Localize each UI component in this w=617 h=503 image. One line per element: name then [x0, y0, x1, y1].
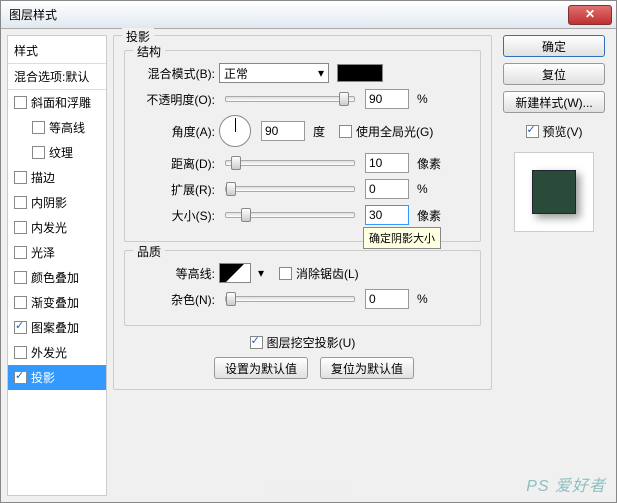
angle-dial[interactable] — [219, 115, 251, 147]
checkbox[interactable] — [14, 346, 27, 359]
style-item-satin[interactable]: 光泽 — [8, 240, 106, 265]
distance-unit: 像素 — [417, 155, 441, 172]
checkbox[interactable] — [14, 96, 27, 109]
style-item-outer-glow[interactable]: 外发光 — [8, 340, 106, 365]
global-light-label: 使用全局光(G) — [356, 123, 433, 140]
watermark: PS 爱好者 — [526, 472, 606, 496]
knockout-label: 图层挖空投影(U) — [267, 334, 356, 351]
antialias-label: 消除锯齿(L) — [296, 265, 359, 282]
style-item-inner-glow[interactable]: 内发光 — [8, 215, 106, 240]
spread-unit: % — [417, 182, 428, 196]
checkbox[interactable] — [32, 121, 45, 134]
watermark-url: UiBO.CoM — [264, 477, 353, 498]
style-item-drop-shadow[interactable]: 投影 — [8, 365, 106, 390]
checkbox[interactable] — [14, 196, 27, 209]
style-item-inner-shadow[interactable]: 内阴影 — [8, 190, 106, 215]
opacity-slider[interactable] — [225, 96, 355, 102]
angle-input[interactable]: 90 — [261, 121, 305, 141]
style-item-texture[interactable]: 纹理 — [8, 140, 106, 165]
quality-group: 品质 等高线: 消除锯齿(L) 杂色(N): 0 % — [124, 250, 481, 326]
styles-header: 样式 — [8, 38, 106, 64]
checkbox[interactable] — [14, 171, 27, 184]
noise-slider[interactable] — [225, 296, 355, 302]
quality-title: 品质 — [133, 243, 165, 260]
layer-style-dialog: 图层样式 ✕ 样式 混合选项:默认 斜面和浮雕 等高线 纹理 描边 内阴影 内发… — [0, 0, 617, 503]
noise-input[interactable]: 0 — [365, 289, 409, 309]
opacity-unit: % — [417, 92, 428, 106]
preview-thumbnail — [514, 152, 594, 232]
angle-unit: 度 — [313, 123, 325, 140]
global-light-checkbox[interactable] — [339, 125, 352, 138]
antialias-checkbox[interactable] — [279, 267, 292, 280]
checkbox[interactable] — [32, 146, 45, 159]
blend-mode-select[interactable]: 正常 — [219, 63, 329, 83]
preview-checkbox[interactable] — [526, 125, 539, 138]
action-column: 确定 复位 新建样式(W)... 预览(V) — [498, 35, 610, 496]
contour-picker[interactable] — [219, 263, 251, 283]
structure-group: 结构 混合模式(B): 正常 不透明度(O): 90 % 角度(A): — [124, 50, 481, 242]
checkbox[interactable] — [14, 221, 27, 234]
checkbox[interactable] — [14, 321, 27, 334]
spread-slider[interactable] — [225, 186, 355, 192]
spread-input[interactable]: 0 — [365, 179, 409, 199]
style-item-contour[interactable]: 等高线 — [8, 115, 106, 140]
preview-inner — [532, 170, 576, 214]
style-item-stroke[interactable]: 描边 — [8, 165, 106, 190]
shadow-color-swatch[interactable] — [337, 64, 383, 82]
blend-mode-label: 混合模式(B): — [135, 65, 215, 82]
drop-shadow-group: 投影 结构 混合模式(B): 正常 不透明度(O): 90 % — [113, 35, 492, 390]
size-slider[interactable] — [225, 212, 355, 218]
style-item-gradient-overlay[interactable]: 渐变叠加 — [8, 290, 106, 315]
close-button[interactable]: ✕ — [568, 5, 612, 25]
size-label: 大小(S): — [135, 207, 215, 224]
contour-label: 等高线: — [135, 265, 215, 282]
set-default-button[interactable]: 设置为默认值 — [214, 357, 308, 379]
style-item-bevel[interactable]: 斜面和浮雕 — [8, 90, 106, 115]
distance-input[interactable]: 10 — [365, 153, 409, 173]
opacity-label: 不透明度(O): — [135, 91, 215, 108]
checkbox[interactable] — [14, 271, 27, 284]
titlebar: 图层样式 ✕ — [1, 1, 616, 29]
styles-list: 样式 混合选项:默认 斜面和浮雕 等高线 纹理 描边 内阴影 内发光 光泽 颜色… — [7, 35, 107, 496]
distance-label: 距离(D): — [135, 155, 215, 172]
angle-label: 角度(A): — [135, 123, 215, 140]
size-input[interactable]: 30 — [365, 205, 409, 225]
window-title: 图层样式 — [9, 6, 568, 23]
preview-label: 预览(V) — [543, 123, 583, 140]
settings-panel: 投影 结构 混合模式(B): 正常 不透明度(O): 90 % — [113, 35, 492, 496]
style-item-color-overlay[interactable]: 颜色叠加 — [8, 265, 106, 290]
noise-label: 杂色(N): — [135, 291, 215, 308]
blend-options-item[interactable]: 混合选项:默认 — [8, 64, 106, 90]
noise-unit: % — [417, 292, 428, 306]
reset-button[interactable]: 复位 — [503, 63, 605, 85]
checkbox[interactable] — [14, 371, 27, 384]
spread-label: 扩展(R): — [135, 181, 215, 198]
opacity-input[interactable]: 90 — [365, 89, 409, 109]
checkbox[interactable] — [14, 246, 27, 259]
size-unit: 像素 — [417, 207, 441, 224]
checkbox[interactable] — [14, 296, 27, 309]
distance-slider[interactable] — [225, 160, 355, 166]
new-style-button[interactable]: 新建样式(W)... — [503, 91, 605, 113]
ok-button[interactable]: 确定 — [503, 35, 605, 57]
structure-title: 结构 — [133, 43, 165, 60]
size-tooltip: 确定阴影大小 — [363, 227, 441, 249]
style-item-pattern-overlay[interactable]: 图案叠加 — [8, 315, 106, 340]
reset-default-button[interactable]: 复位为默认值 — [320, 357, 414, 379]
knockout-checkbox[interactable] — [250, 336, 263, 349]
